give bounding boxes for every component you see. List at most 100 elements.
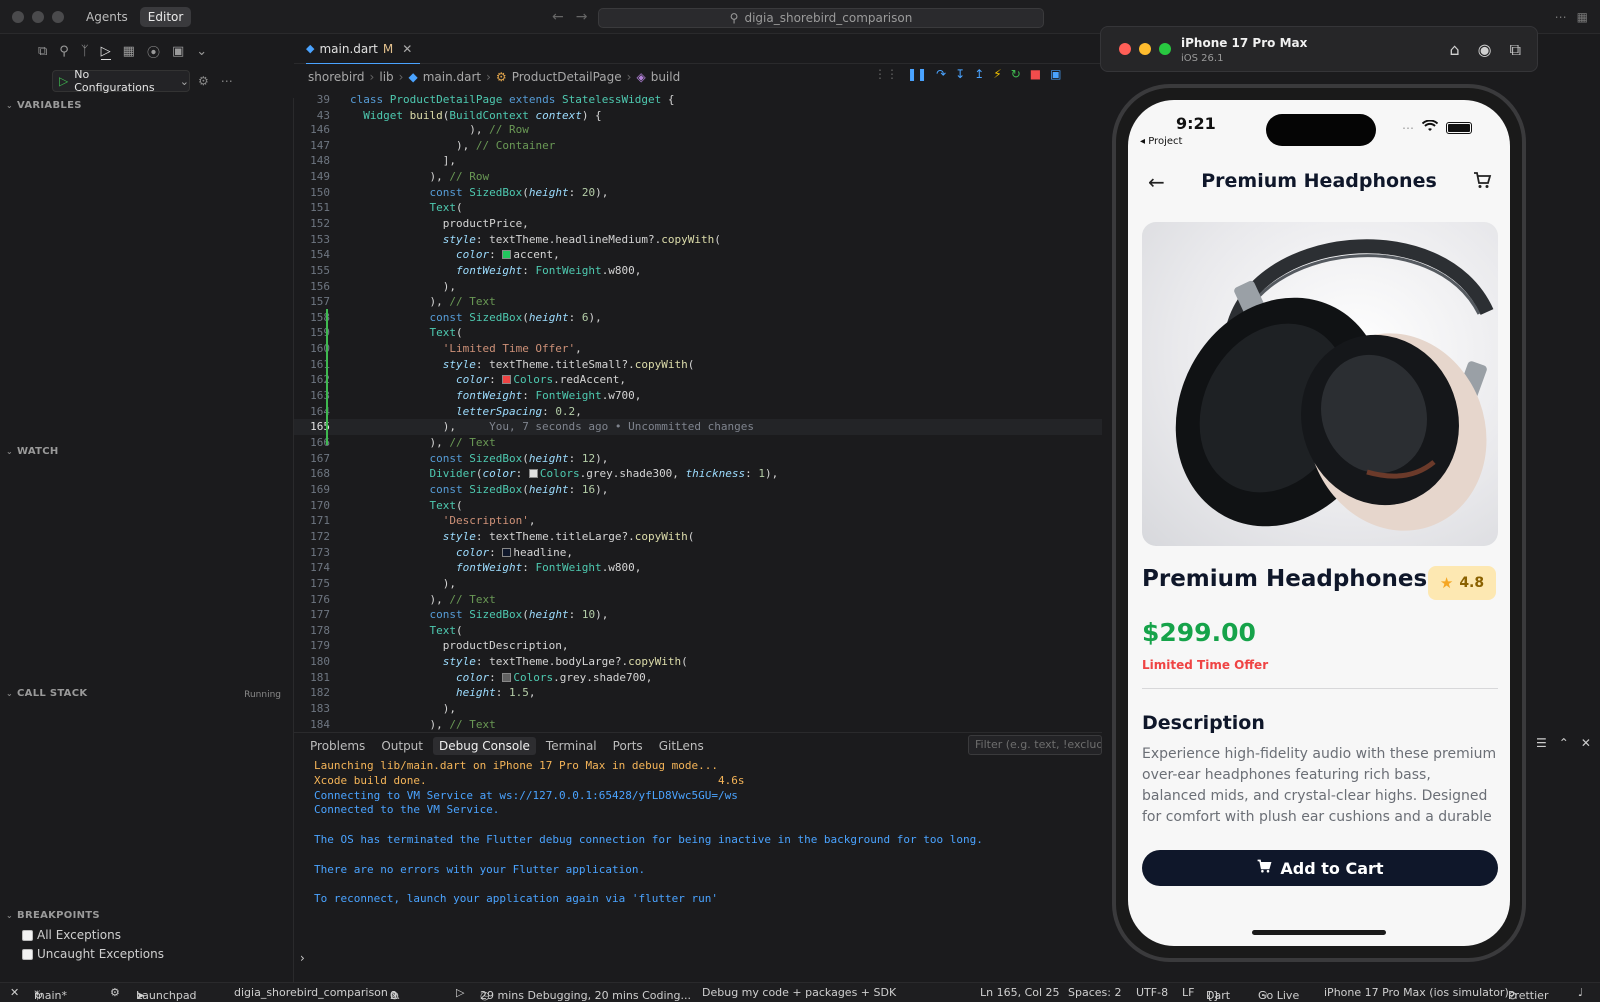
code-line[interactable]: 179 productDescription,	[294, 638, 1102, 654]
console-prompt-icon[interactable]: ›	[300, 951, 305, 965]
project-status[interactable]: digia_shorebird_comparison	[234, 986, 388, 999]
code-line[interactable]: 173 color: headline,	[294, 545, 1102, 561]
code-line[interactable]: 150 const SizedBox(height: 20),	[294, 185, 1102, 201]
code-line[interactable]: 152 productPrice,	[294, 216, 1102, 232]
code-line[interactable]: 178 Text(	[294, 623, 1102, 639]
tab-agents[interactable]: Agents	[78, 7, 136, 27]
code-line[interactable]: 163 fontWeight: FontWeight.w700,	[294, 388, 1102, 404]
cart-icon[interactable]	[1472, 170, 1492, 195]
sticky-scroll-line[interactable]: 43 Widget build(BuildContext context) {	[294, 107, 1102, 124]
code-line[interactable]: 148 ],	[294, 153, 1102, 169]
breadcrumb-item[interactable]: build	[651, 70, 681, 84]
panel-tab-terminal[interactable]: Terminal	[540, 737, 603, 755]
more-icon[interactable]: ⋯	[1555, 10, 1567, 24]
color-swatch[interactable]	[502, 250, 512, 260]
watch-section[interactable]: ⌄ WATCH	[6, 446, 59, 457]
panel-tab-ports[interactable]: Ports	[607, 737, 649, 755]
tab-editor[interactable]: Editor	[139, 6, 192, 27]
remote-icon[interactable]: ▣	[172, 44, 184, 59]
color-swatch[interactable]	[502, 375, 512, 385]
code-line[interactable]: 153 style: textTheme.headlineMedium?.cop…	[294, 232, 1102, 248]
indentation[interactable]: Spaces: 2	[1068, 986, 1121, 999]
panel-tab-debug-console[interactable]: Debug Console	[433, 737, 536, 755]
code-line[interactable]: 161 style: textTheme.titleSmall?.copyWit…	[294, 357, 1102, 373]
explorer-icon[interactable]: ⧉	[38, 44, 47, 59]
code-line[interactable]: 155 fontWeight: FontWeight.w800,	[294, 263, 1102, 279]
encoding[interactable]: UTF-8	[1136, 986, 1168, 999]
close-icon[interactable]: ✕	[1581, 736, 1591, 750]
close-icon[interactable]: ✕	[402, 42, 412, 56]
panel-tab-problems[interactable]: Problems	[304, 737, 371, 755]
run-configuration-select[interactable]: ▷ No Configurations ⌄	[52, 68, 190, 94]
rotate-icon[interactable]: ⧉	[1510, 40, 1521, 60]
code-line[interactable]: 174 fontWeight: FontWeight.w800,	[294, 560, 1102, 576]
layout-icon[interactable]: ▦	[1577, 10, 1588, 24]
bug-icon[interactable]: ⚙	[110, 986, 120, 999]
back-to-project[interactable]: ◂ Project	[1140, 136, 1182, 147]
bell-icon[interactable]: ♩	[1578, 986, 1583, 999]
code-line[interactable]: 176 ), // Text	[294, 592, 1102, 608]
code-line[interactable]: 146 ), // Row	[294, 122, 1102, 138]
sim-maximize-button[interactable]	[1159, 43, 1171, 55]
code-line[interactable]: 183 ),	[294, 701, 1102, 717]
call-stack-section[interactable]: ⌄ CALL STACK	[6, 688, 87, 699]
run-debug-icon[interactable]: ▷	[100, 44, 111, 60]
pause-icon[interactable]: ❚❚	[907, 67, 927, 81]
code-line[interactable]: 151 Text(	[294, 200, 1102, 216]
command-center-search[interactable]: ⚲ digia_shorebird_comparison	[598, 8, 1044, 28]
maximize-window-button[interactable]	[52, 10, 64, 23]
restart-icon[interactable]: ↻	[1011, 67, 1021, 81]
breakpoints-section[interactable]: ⌄ BREAKPOINTS	[6, 910, 100, 921]
remote-icon[interactable]: ✕	[10, 986, 19, 999]
back-arrow-icon[interactable]: ←	[552, 9, 564, 25]
breadcrumb-item[interactable]: ProductDetailPage	[512, 70, 622, 84]
code-line[interactable]: 180 style: textTheme.bodyLarge?.copyWith…	[294, 654, 1102, 670]
chevron-down-icon[interactable]: ⌄	[196, 44, 207, 59]
gitlens-icon[interactable]: ⦿	[147, 42, 160, 61]
code-line-current[interactable]: 165 ), You, 7 seconds ago • Uncommitted …	[294, 419, 1102, 436]
code-line[interactable]: 154 color: accent,	[294, 247, 1102, 263]
code-line[interactable]: 182 height: 1.5,	[294, 685, 1102, 701]
code-line[interactable]: 158 const SizedBox(height: 6),	[294, 310, 1102, 326]
sim-close-button[interactable]	[1119, 43, 1131, 55]
breadcrumb-item[interactable]: shorebird	[308, 70, 365, 84]
inspect-widget-icon[interactable]: ▣	[1050, 67, 1061, 81]
code-line[interactable]: 184 ), // Text	[294, 717, 1102, 732]
stop-icon[interactable]: ■	[1030, 67, 1041, 81]
checkbox[interactable]	[22, 948, 33, 960]
debug-mode-status[interactable]: Debug my code + packages + SDK	[702, 986, 896, 999]
color-swatch[interactable]	[502, 672, 512, 682]
source-control-icon[interactable]: ᛉ	[81, 44, 89, 59]
code-line[interactable]: 156 ),	[294, 279, 1102, 295]
hot-reload-icon[interactable]: ⚡	[993, 67, 1001, 81]
code-line[interactable]: 169 const SizedBox(height: 16),	[294, 482, 1102, 498]
eol[interactable]: LF	[1182, 986, 1194, 999]
color-swatch[interactable]	[502, 547, 512, 557]
code-line[interactable]: 167 const SizedBox(height: 12),	[294, 451, 1102, 467]
breakpoint-all-exceptions[interactable]: All Exceptions	[22, 928, 121, 942]
screenshot-icon[interactable]: ◉	[1478, 40, 1492, 60]
device-status[interactable]: iPhone 17 Pro Max (ios simulator)	[1324, 986, 1509, 999]
console-filter-input[interactable]: Filter (e.g. text, !exclude)	[968, 735, 1102, 755]
editor-tab-main-dart[interactable]: ◆ main.dart M ✕	[306, 34, 421, 64]
code-line[interactable]: 166 ), // Text	[294, 435, 1102, 451]
sticky-scroll-line[interactable]: 39 class ProductDetailPage extends Statel…	[294, 92, 1102, 108]
step-out-icon[interactable]: ↥	[974, 67, 984, 81]
code-editor[interactable]: 146 ), // Row 147 ), // Container 148 ], 14…	[294, 92, 1102, 732]
variables-section[interactable]: ⌄ VARIABLES	[6, 100, 82, 111]
code-line[interactable]: 159 Text(	[294, 325, 1102, 341]
drag-handle-icon[interactable]: ⋮⋮	[874, 67, 898, 81]
code-line[interactable]: 149 ), // Row	[294, 169, 1102, 185]
code-line[interactable]: 175 ),	[294, 576, 1102, 592]
code-line[interactable]: 172 style: textTheme.titleLarge?.copyWit…	[294, 529, 1102, 545]
sim-minimize-button[interactable]	[1139, 43, 1151, 55]
close-window-button[interactable]	[12, 10, 24, 23]
breakpoint-uncaught-exceptions[interactable]: Uncaught Exceptions	[22, 947, 164, 961]
home-icon[interactable]: ⌂	[1449, 40, 1459, 60]
gear-icon[interactable]: ⚙	[198, 74, 209, 88]
checkbox[interactable]	[22, 929, 33, 941]
breadcrumb-item[interactable]: main.dart	[423, 70, 481, 84]
add-to-cart-button[interactable]: Add to Cart	[1142, 850, 1498, 886]
code-line[interactable]: 157 ), // Text	[294, 294, 1102, 310]
search-icon[interactable]: ⚲	[59, 44, 69, 59]
